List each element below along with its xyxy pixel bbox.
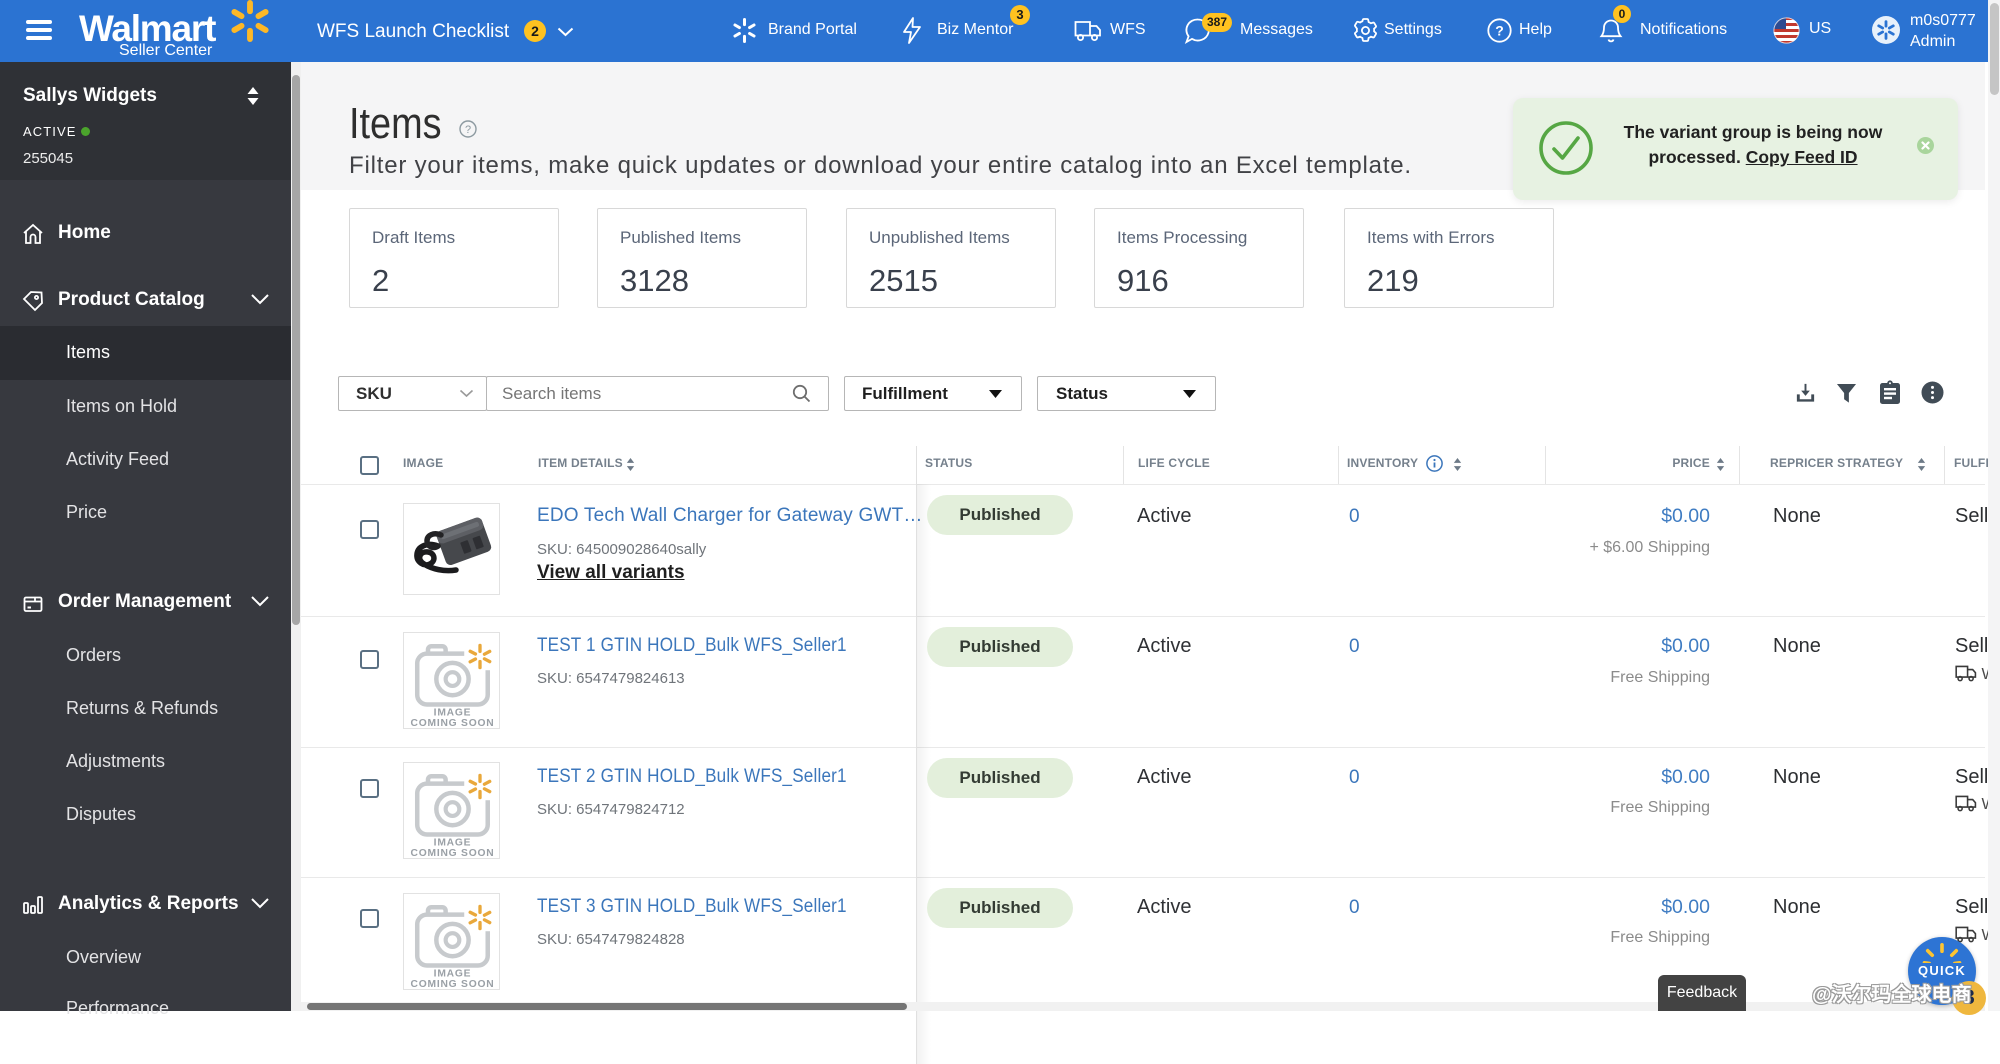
svg-text:?: ?	[465, 124, 471, 136]
svg-text:?: ?	[1495, 23, 1504, 39]
